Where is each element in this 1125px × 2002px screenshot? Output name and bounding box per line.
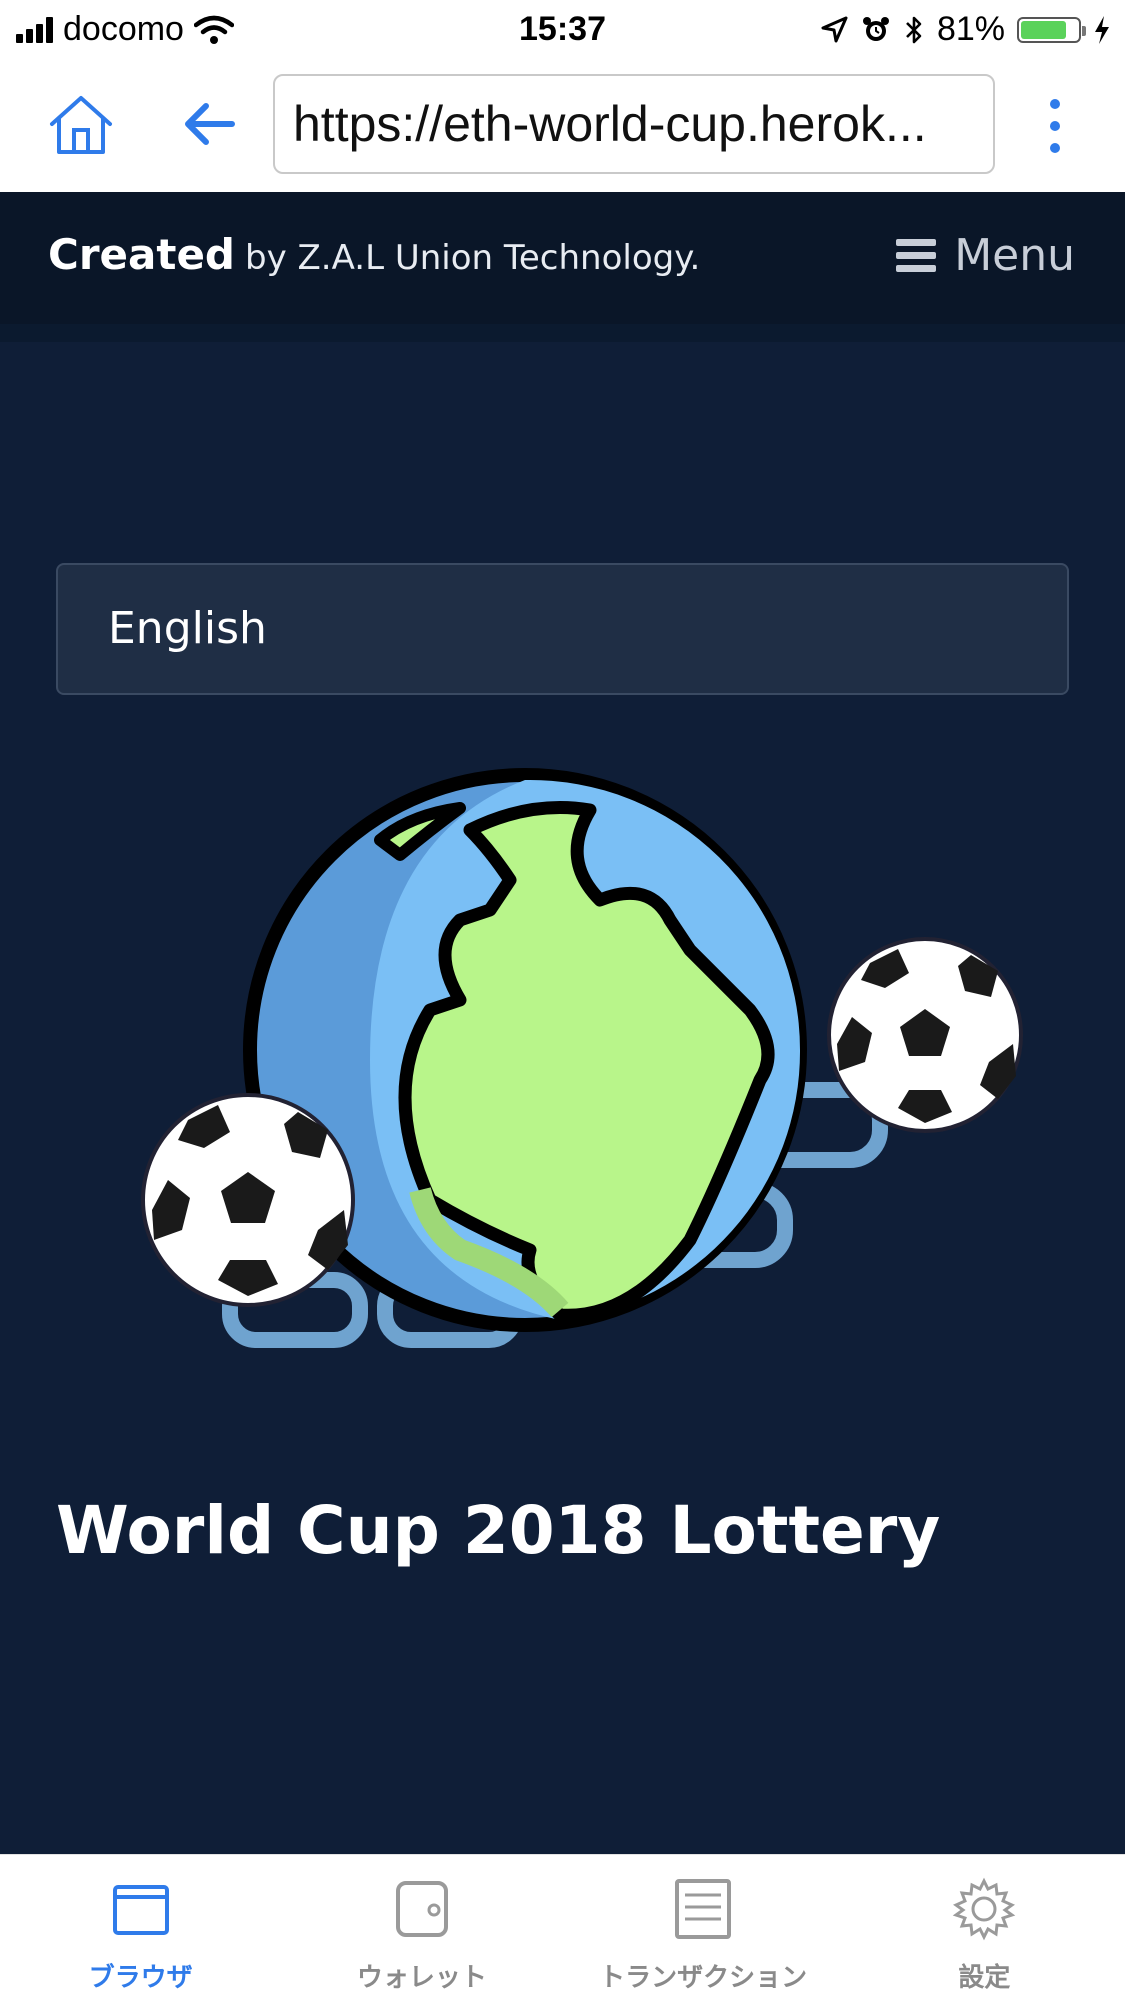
location-arrow-icon: [821, 16, 848, 42]
globe-soccer-illustration: [141, 768, 1023, 1348]
hamburger-icon: [896, 233, 937, 278]
bottom-tab-bar: ブラウザ ウォレット トランザクション 設定: [0, 1854, 1125, 2002]
more-vertical-icon[interactable]: [1040, 96, 1070, 156]
language-select[interactable]: English: [56, 563, 1069, 695]
wallet-icon: [395, 1881, 448, 1937]
tab-wallet[interactable]: ウォレット: [281, 1855, 562, 2002]
battery-icon: [1017, 16, 1086, 43]
tab-label: トランザクション: [599, 1963, 808, 1993]
tab-transactions[interactable]: トランザクション: [563, 1855, 844, 2002]
brand[interactable]: Created by Z.A.L Union Technology.: [48, 230, 700, 279]
tab-settings[interactable]: 設定: [844, 1855, 1125, 2002]
browser-icon: [112, 1885, 169, 1935]
site-header: Created by Z.A.L Union Technology. Menu: [0, 192, 1125, 342]
alarm-icon: [862, 16, 889, 41]
tab-label: ウォレット: [356, 1963, 487, 1993]
transactions-icon: [675, 1879, 732, 1939]
brand-strong: Created: [48, 230, 235, 279]
page-title: World Cup 2018 Lottery: [56, 1492, 941, 1569]
brand-rest: by Z.A.L Union Technology.: [245, 238, 701, 278]
browser-toolbar: https://eth-world-cup.herok...: [0, 62, 1125, 192]
tab-label: ブラウザ: [88, 1963, 193, 1993]
bluetooth-icon: [906, 16, 922, 43]
status-right: 81%: [819, 10, 1111, 49]
battery-percent: 81%: [936, 10, 1005, 48]
soccer-ball-icon: [827, 937, 1023, 1133]
tab-label: 設定: [958, 1963, 1011, 1993]
menu-label: Menu: [954, 230, 1075, 281]
tab-browser[interactable]: ブラウザ: [0, 1855, 281, 2002]
back-arrow-icon[interactable]: [178, 92, 242, 156]
menu-button[interactable]: Menu: [896, 230, 1075, 281]
gear-icon: [953, 1877, 1016, 1941]
soccer-ball-icon: [141, 1093, 355, 1307]
home-icon[interactable]: [46, 90, 116, 160]
battery-fill: [1021, 20, 1067, 39]
charging-bolt-icon: [1095, 15, 1109, 44]
url-field[interactable]: https://eth-world-cup.herok...: [273, 74, 995, 174]
status-bar: docomo 15:37 81%: [0, 0, 1125, 62]
